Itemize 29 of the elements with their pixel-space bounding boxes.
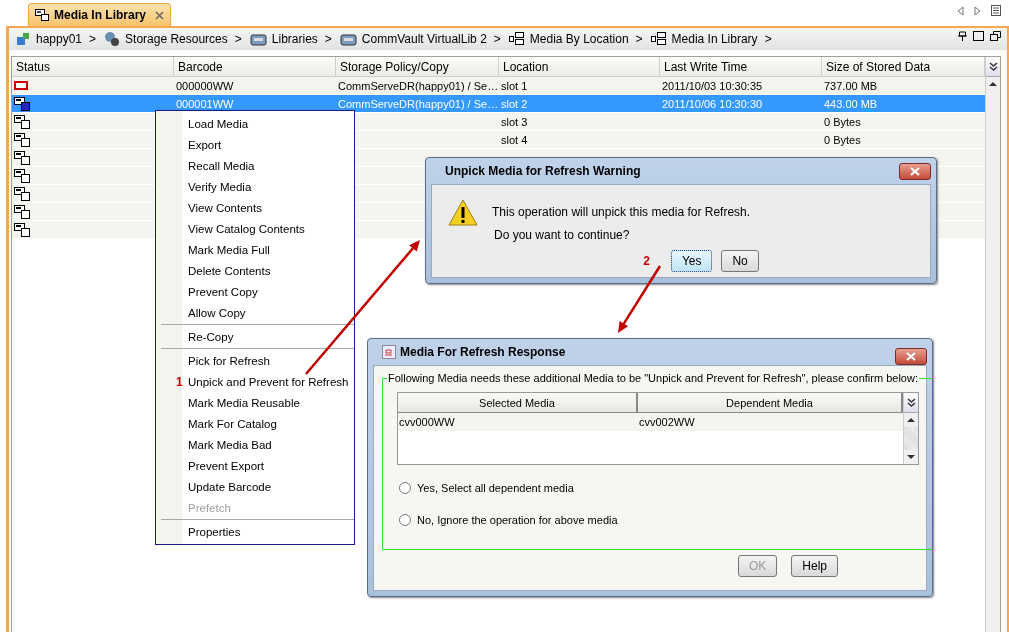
group-label: Following Media needs these additional Media to be "Unpick and Prevent for Refresh", please confirm below: (387, 372, 919, 384)
breadcrumb-separator: > (234, 32, 242, 46)
table-cell: 0 Bytes (824, 133, 861, 146)
breadcrumb-separator: > (324, 32, 332, 46)
question-text: Do you want to continue? (493, 228, 631, 242)
table-cell: 0 Bytes (824, 115, 861, 128)
table-cell: 000001WW (176, 97, 234, 110)
breadcrumb-separator: > (493, 32, 501, 46)
dialog-title: Media For Refresh Response (382, 345, 566, 359)
breadcrumb-separator: > (764, 32, 772, 46)
table-cell: 443.00 MB (824, 97, 878, 110)
dialog-title: Unpick Media for Refresh Warning (445, 164, 641, 178)
breadcrumb-separator: > (635, 32, 643, 46)
step-number: 2 (643, 254, 650, 268)
step-number: 1 (176, 374, 183, 389)
table-cell: 000000WW (176, 79, 234, 92)
table-cell: CommServeDR(happy01) / Se… (338, 97, 499, 110)
table-cell: 737.00 MB (824, 79, 878, 92)
table-cell: 2011/10/03 10:30:35 (662, 79, 763, 92)
table-cell: 2011/10/06 10:30:30 (662, 97, 763, 110)
table-cell: slot 4 (501, 133, 528, 146)
table-cell: cvv000WW (399, 416, 455, 428)
table-cell: cvv002WW (639, 416, 695, 428)
breadcrumb-separator: > (89, 32, 97, 46)
table-cell: slot 1 (501, 79, 528, 92)
table-cell: slot 3 (501, 115, 528, 128)
table-cell: slot 2 (501, 97, 528, 110)
message-text: This operation will unpick this media for Refresh. (492, 205, 751, 219)
table-cell: CommServeDR(happy01) / Se… (338, 79, 499, 92)
